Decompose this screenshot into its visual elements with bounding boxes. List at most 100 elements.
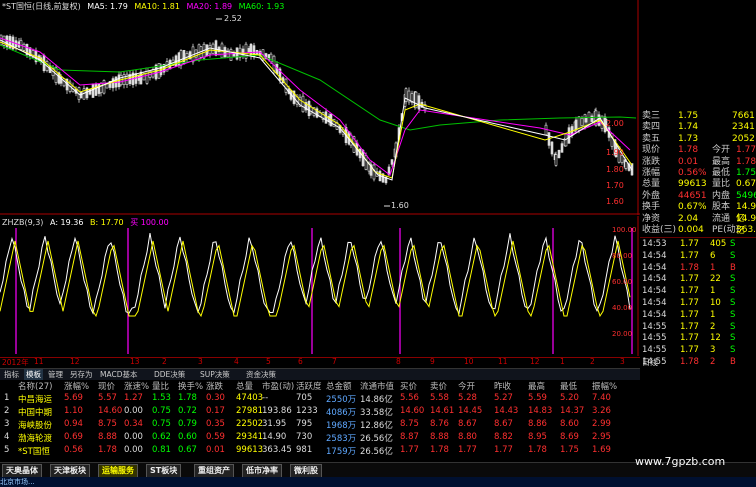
kline-chart[interactable]: 2.00 1.90 1.80 1.70 1.60 2.52 1.60 — [0, 0, 640, 215]
table-header[interactable]: 最高 — [528, 380, 545, 392]
stock-name[interactable]: 中国中期 — [18, 406, 52, 418]
stock-name[interactable]: 中昌海运 — [18, 393, 52, 405]
candle-body — [324, 111, 328, 124]
table-header[interactable]: 买价 — [400, 380, 417, 392]
stock-name[interactable]: 海峡股份 — [18, 419, 52, 431]
toolbar-button[interactable]: DDE决策 — [152, 369, 187, 380]
candle-body — [364, 155, 368, 170]
price-axis-label: 1.80 — [606, 165, 624, 174]
sector-tab[interactable]: 天津板块 — [50, 464, 90, 478]
toolbar-button[interactable]: 指标 — [2, 369, 21, 380]
quote-panel: 卖三 1.75 7661 卖四 1.74 2341 卖五 1.73 2052 现价 1.78 今开 1.… — [640, 110, 756, 236]
table-cell: 8.67 — [494, 419, 513, 429]
candle-body — [272, 55, 276, 72]
tick-side: S — [730, 309, 736, 320]
price-axis-label: 1.60 — [606, 197, 624, 206]
table-cell: 5.27 — [494, 393, 513, 403]
quote-row: 卖三 1.75 7661 — [640, 110, 756, 122]
table-cell: 0.67 — [178, 445, 197, 455]
stock-name[interactable]: 渤海轮渡 — [18, 432, 52, 444]
tick-volume: 405 — [710, 239, 727, 249]
table-header[interactable]: 市盈(动) — [262, 380, 294, 392]
table-header[interactable]: 总金额 — [326, 380, 352, 392]
quote-row: 涨幅 0.56% 最低 1.75 — [640, 167, 756, 179]
toolbar-button[interactable]: 管理 — [46, 369, 65, 380]
table-header[interactable]: 涨幅% — [64, 380, 89, 392]
sector-tab[interactable]: 天奥晶体 — [2, 464, 42, 478]
ma20-legend: MA20: 1.89 — [186, 2, 233, 11]
status-bar: 北京市场... — [0, 477, 756, 487]
tick-row: 14:55 1.77 2 S — [640, 321, 756, 333]
tick-volume: 22 — [710, 274, 721, 285]
quote-label: 收益(三) — [642, 225, 677, 235]
quote-value: 1.75 — [736, 168, 756, 178]
tick-row: 14:55 1.78 2 B — [640, 356, 756, 368]
time-axis-label: 7 — [332, 357, 337, 366]
table-cell: 47403 — [236, 393, 264, 403]
table-header[interactable]: 涨跌 — [206, 380, 223, 392]
table-header[interactable]: 最低 — [560, 380, 577, 392]
tick-time: 14:54 — [642, 309, 667, 320]
table-header[interactable]: 总量 — [236, 380, 253, 392]
table-cell: 14.43 — [494, 406, 519, 416]
table-cell: 14.60 — [98, 406, 123, 416]
table-header[interactable]: 昨收 — [494, 380, 511, 392]
quote-value: 54962 — [736, 190, 756, 201]
toolbar-button[interactable]: 另存为 — [68, 369, 95, 380]
table-cell: 1.78 — [430, 445, 449, 455]
sector-tab[interactable]: ST板块 — [146, 464, 182, 478]
table-header[interactable]: 流通市值 — [360, 380, 394, 392]
table-cell: 1.78 — [528, 445, 547, 455]
table-cell: 0.00 — [124, 406, 143, 416]
quote-label: 卖三 — [642, 111, 661, 121]
tick-time: 14:54 — [642, 286, 667, 297]
ma-legend: *ST国恒(日线,前复权) MA5: 1.79 MA10: 1.81 MA20:… — [2, 1, 288, 12]
table-header[interactable]: 涨速% — [124, 380, 149, 392]
table-header[interactable]: 名称(27) — [18, 380, 52, 392]
oscillator-chart[interactable]: 100.00 80.00 60.00 40.00 20.00 — [0, 216, 640, 356]
osc-legend: ZHZB(9,3) A: 19.36 B: 17.70 买 100.00 — [2, 217, 173, 228]
tick-volume: 3 — [710, 345, 716, 356]
quote-row: 外盘 44651 内盘 54962 — [640, 190, 756, 202]
table-header[interactable]: 量比 — [152, 380, 169, 392]
table-cell: 27981 — [236, 406, 264, 416]
candle-body — [417, 95, 421, 110]
row-index: 2 — [4, 406, 10, 416]
table-header[interactable]: 振幅% — [592, 380, 617, 392]
table-header[interactable]: 卖价 — [430, 380, 447, 392]
time-axis-label: 9 — [430, 357, 435, 366]
quote-value: 7661 — [732, 111, 755, 121]
osc-a-legend: A: 19.36 — [49, 218, 84, 227]
quote-value: 1.75 — [678, 111, 699, 121]
sector-tab[interactable]: 微利股 — [290, 464, 322, 478]
toolbar-button[interactable]: 资金决策 — [244, 369, 278, 380]
time-axis-label: 3 — [620, 357, 625, 366]
table-cell: 363.45 — [262, 445, 292, 455]
tick-time: 14:53 — [642, 239, 667, 249]
quote-value: 1.78 — [736, 156, 756, 167]
table-cell: 14.61 — [430, 406, 455, 416]
quote-value: 99613 — [678, 179, 707, 190]
tick-side: S — [730, 321, 736, 332]
candle-body — [214, 40, 218, 56]
table-header[interactable]: 现价 — [98, 380, 115, 392]
table-cell: 26.56亿 — [360, 447, 393, 457]
quote-value: 44651 — [678, 190, 707, 201]
sector-tab[interactable]: 运输服务 — [98, 464, 138, 478]
toolbar-button[interactable]: SUP决策 — [198, 369, 232, 380]
sector-tab[interactable]: 低市净率 — [242, 464, 282, 478]
stock-name[interactable]: *ST国恒 — [18, 445, 50, 457]
table-header[interactable]: 今开 — [458, 380, 475, 392]
toolbar-button[interactable]: MACD基本 — [98, 369, 139, 380]
table-cell: 1968万 — [326, 421, 357, 431]
table-header[interactable]: 换手% — [178, 380, 203, 392]
table-cell: 8.87 — [400, 432, 419, 442]
table-cell: 31.95 — [262, 419, 287, 429]
quote-row: 总量 99613 量比 0.67 — [640, 178, 756, 190]
sector-tab[interactable]: 重组资产 — [194, 464, 234, 478]
candle-body — [102, 80, 106, 94]
toolbar-button[interactable]: 模板 — [24, 369, 43, 380]
price-axis-label: 1.90 — [606, 148, 624, 157]
table-header[interactable]: 活跃度 — [296, 380, 322, 392]
table-cell: 8.60 — [560, 419, 579, 429]
